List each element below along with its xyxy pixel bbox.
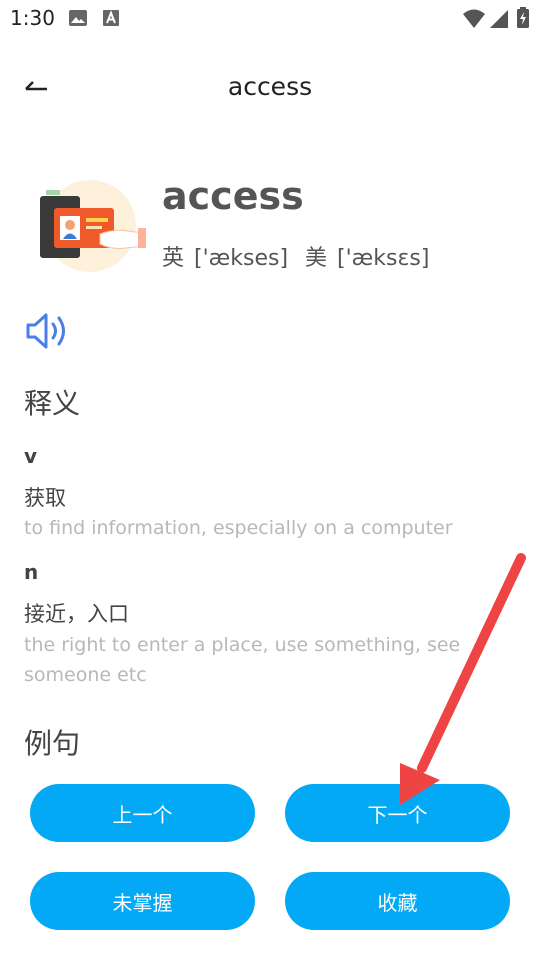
not-mastered-button[interactable]: 未掌握	[30, 872, 255, 930]
headword: access	[162, 174, 304, 218]
wifi-icon	[463, 9, 485, 28]
us-phonetic-label: 美	[305, 246, 328, 271]
status-time: 1:30	[10, 6, 55, 30]
definition-section-title: 释义	[24, 387, 81, 420]
definition-zh: 获取	[24, 486, 66, 510]
definition-zh: 接近，入口	[24, 602, 129, 626]
next-word-button[interactable]: 下一个	[285, 784, 510, 842]
us-phonetic[interactable]: ['æksɛs]	[337, 246, 429, 271]
pos-label: v	[24, 444, 38, 468]
favorite-button[interactable]: 收藏	[285, 872, 510, 930]
speaker-icon[interactable]	[24, 310, 70, 352]
definition-en: to find information, especially on a com…	[24, 517, 453, 539]
examples-section-title: 例句	[24, 727, 81, 760]
uk-phonetic[interactable]: ['ækses]	[194, 246, 288, 271]
page-title: access	[227, 72, 313, 101]
status-bar: 1:30	[0, 0, 540, 36]
prev-word-button[interactable]: 上一个	[30, 784, 255, 842]
phonetics: 英 ['ækses] 美 ['æksɛs]	[162, 240, 439, 272]
text-a-icon	[103, 10, 119, 26]
id-card-in-hand-illustration	[40, 180, 146, 272]
image-icon	[69, 10, 87, 26]
battery-charging-icon	[517, 7, 529, 28]
uk-phonetic-label: 英	[162, 246, 185, 271]
pos-label: n	[24, 560, 39, 584]
definition-en: the right to enter a place, use somethin…	[24, 634, 461, 686]
signal-icon	[490, 10, 508, 28]
